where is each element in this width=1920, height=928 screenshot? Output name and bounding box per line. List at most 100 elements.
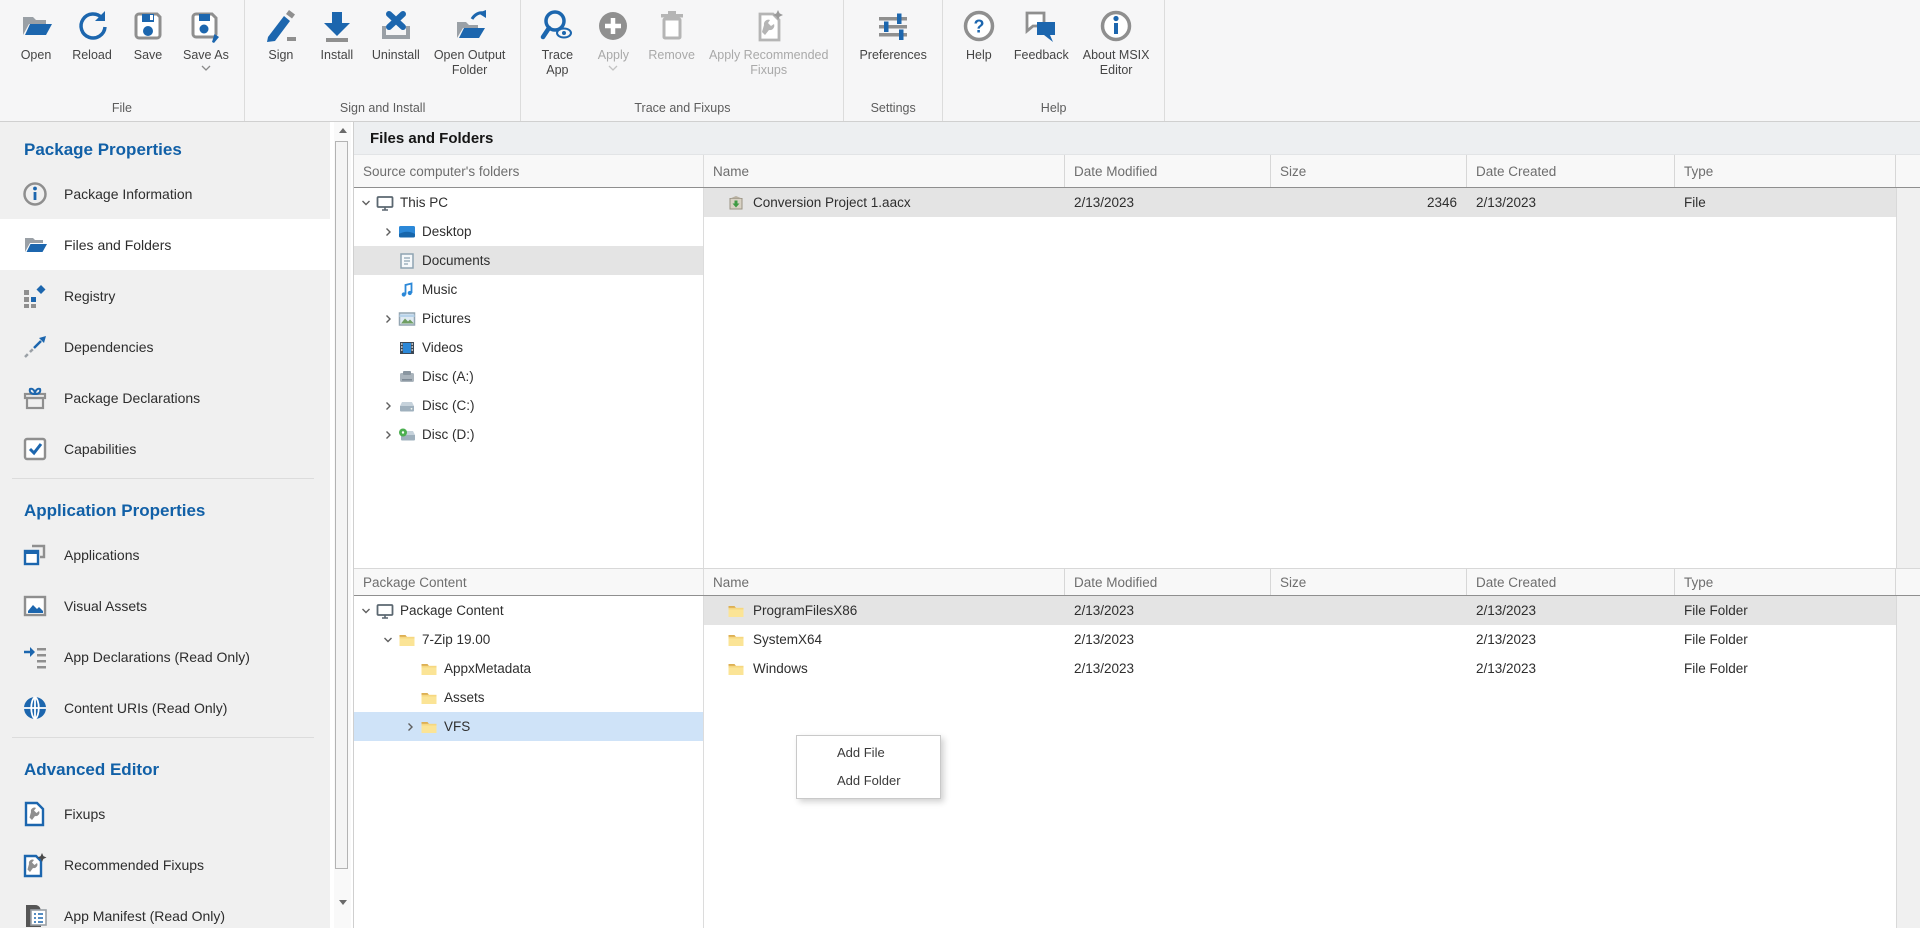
tree-item-desktop[interactable]: Desktop: [354, 217, 703, 246]
chevron-right-icon[interactable]: [380, 311, 396, 327]
file-name-label: Windows: [753, 654, 808, 683]
tree-item-package-content[interactable]: Package Content: [354, 596, 703, 625]
tree-item-vfs[interactable]: VFS: [354, 712, 703, 741]
tree-item-7-zip-19-00[interactable]: 7-Zip 19.00: [354, 625, 703, 654]
ribbon-group-label: Help: [951, 100, 1157, 121]
ribbon-toolbar: OpenReloadSaveSave AsFileSignInstallUnin…: [0, 0, 1920, 122]
column-header-type[interactable]: Type: [1675, 569, 1896, 595]
tree-item-this-pc[interactable]: This PC: [354, 188, 703, 217]
section-divider: [12, 478, 314, 479]
ribbon-button-about-msix-editor[interactable]: About MSIX Editor: [1076, 7, 1157, 80]
ribbon-button-reload[interactable]: Reload: [64, 7, 120, 65]
column-header-size[interactable]: Size: [1271, 155, 1467, 187]
ribbon-button-sign[interactable]: Sign: [253, 7, 309, 65]
ribbon-button-remove[interactable]: Remove: [641, 7, 702, 65]
context-menu-item-add-folder[interactable]: Add Folder: [797, 767, 940, 795]
tree-item-videos[interactable]: Videos: [354, 333, 703, 362]
file-row-conversion-project-1-aacx[interactable]: Conversion Project 1.aacx2/13/202323462/…: [704, 188, 1896, 217]
tree-item-assets[interactable]: Assets: [354, 683, 703, 712]
chevron-right-icon[interactable]: [380, 398, 396, 414]
column-header-type[interactable]: Type: [1675, 155, 1896, 187]
date-created-cell: 2/13/2023: [1467, 188, 1675, 217]
folder-icon: [420, 718, 438, 736]
scroll-down-button[interactable]: [334, 894, 351, 911]
package-content-column-header[interactable]: Package Content: [354, 569, 704, 595]
column-header-date-modified[interactable]: Date Modified: [1065, 155, 1271, 187]
tree-item-pictures[interactable]: Pictures: [354, 304, 703, 333]
info-icon: [22, 181, 48, 207]
scrollbar-thumb[interactable]: [335, 141, 348, 869]
sidebar-section-package-properties: Package PropertiesPackage InformationFil…: [0, 122, 330, 474]
sidebar-item-capabilities[interactable]: Capabilities: [0, 423, 330, 474]
scroll-up-button[interactable]: [334, 122, 351, 139]
column-header-name[interactable]: Name: [704, 155, 1065, 187]
source-folders-column-header[interactable]: Source computer's folders: [354, 155, 704, 187]
tree-item-label: This PC: [400, 195, 448, 210]
date-created-cell: 2/13/2023: [1467, 625, 1675, 654]
file-row-programfilesx86[interactable]: ProgramFilesX862/13/20232/13/2023File Fo…: [704, 596, 1896, 625]
tree-item-music[interactable]: Music: [354, 275, 703, 304]
drive-d-icon: [398, 426, 416, 444]
file-row-windows[interactable]: Windows2/13/20232/13/2023File Folder: [704, 654, 1896, 683]
sidebar-item-label: App Declarations (Read Only): [64, 649, 250, 665]
tree-item-disc-d[interactable]: Disc (D:): [354, 420, 703, 449]
ribbon-button-uninstall[interactable]: Uninstall: [365, 7, 427, 65]
chevron-right-icon[interactable]: [380, 427, 396, 443]
sidebar-item-visual-assets[interactable]: Visual Assets: [0, 580, 330, 631]
sidebar-item-label: Dependencies: [64, 339, 154, 355]
sidebar-item-applications[interactable]: Applications: [0, 529, 330, 580]
registry-icon: [22, 283, 48, 309]
column-header-size[interactable]: Size: [1271, 569, 1467, 595]
monitor-icon: [376, 194, 394, 212]
sidebar-item-package-information[interactable]: Package Information: [0, 168, 330, 219]
tree-item-documents[interactable]: Documents: [354, 246, 703, 275]
sidebar-item-app-declarations-read-only[interactable]: App Declarations (Read Only): [0, 631, 330, 682]
sidebar-item-app-manifest-read-only[interactable]: App Manifest (Read Only): [0, 890, 330, 928]
tree-item-disc-c[interactable]: Disc (C:): [354, 391, 703, 420]
chevron-down-icon[interactable]: [380, 632, 396, 648]
sidebar-item-dependencies[interactable]: Dependencies: [0, 321, 330, 372]
capabilities-icon: [22, 436, 48, 462]
sidebar-item-content-uris-read-only[interactable]: Content URIs (Read Only): [0, 682, 330, 733]
chevron-right-icon[interactable]: [380, 224, 396, 240]
chevron-down-icon[interactable]: [358, 603, 374, 619]
ribbon-button-open-output-folder[interactable]: Open Output Folder: [427, 7, 513, 80]
sidebar-item-recommended-fixups[interactable]: Recommended Fixups: [0, 839, 330, 890]
ribbon-button-install[interactable]: Install: [309, 7, 365, 65]
ribbon-button-help[interactable]: ?Help: [951, 7, 1007, 65]
ribbon-group-trace-and-fixups: Trace AppApplyRemoveApply Recommended Fi…: [521, 0, 844, 121]
aacx-icon: [727, 194, 745, 212]
file-row-systemx64[interactable]: SystemX642/13/20232/13/2023File Folder: [704, 625, 1896, 654]
column-header-date-created[interactable]: Date Created: [1467, 155, 1675, 187]
ribbon-button-preferences[interactable]: Preferences: [852, 7, 933, 65]
tree-item-disc-a[interactable]: Disc (A:): [354, 362, 703, 391]
context-menu-item-add-file[interactable]: Add File: [797, 739, 940, 767]
column-header-date-modified[interactable]: Date Modified: [1065, 569, 1271, 595]
tree-item-appxmetadata[interactable]: AppxMetadata: [354, 654, 703, 683]
sidebar-scrollbar[interactable]: [334, 122, 351, 928]
sidebar-item-label: Capabilities: [64, 441, 136, 457]
ribbon-button-trace-app[interactable]: Trace App: [529, 7, 585, 80]
ribbon-button-feedback[interactable]: Feedback: [1007, 7, 1076, 65]
feedback-icon: [1024, 9, 1058, 43]
chevron-down-icon[interactable]: [358, 195, 374, 211]
main-panel: Files and Folders Source computer's fold…: [353, 122, 1920, 928]
sidebar-item-fixups[interactable]: Fixups: [0, 788, 330, 839]
sidebar-item-label: Package Information: [64, 186, 192, 202]
ribbon-button-apply-recommended-fixups[interactable]: Apply Recommended Fixups: [702, 7, 836, 80]
ribbon-button-save-as[interactable]: Save As: [176, 7, 236, 73]
chevron-right-icon[interactable]: [402, 719, 418, 735]
sidebar-item-files-and-folders[interactable]: Files and Folders: [0, 219, 330, 270]
column-header-name[interactable]: Name: [704, 569, 1065, 595]
ribbon-button-open[interactable]: Open: [8, 7, 64, 65]
sidebar-item-package-declarations[interactable]: Package Declarations: [0, 372, 330, 423]
save-icon: [131, 9, 165, 43]
sidebar-item-registry[interactable]: Registry: [0, 270, 330, 321]
source-pane: This PC DesktopDocumentsMusicPicturesVide…: [354, 188, 1920, 568]
folder-icon: [420, 660, 438, 678]
ribbon-button-label: Preferences: [859, 48, 926, 63]
ribbon-button-save[interactable]: Save: [120, 7, 176, 65]
sidebar-section-advanced-editor: Advanced EditorFixupsRecommended FixupsA…: [0, 742, 330, 928]
column-header-date-created[interactable]: Date Created: [1467, 569, 1675, 595]
ribbon-button-apply[interactable]: Apply: [585, 7, 641, 73]
